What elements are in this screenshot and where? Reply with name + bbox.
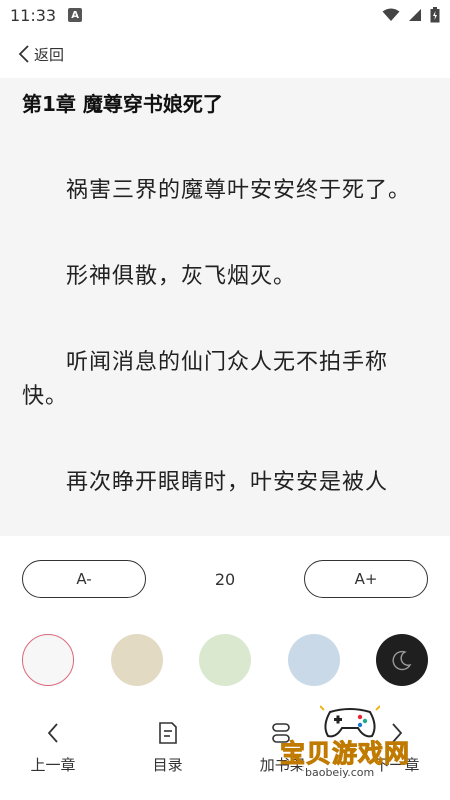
- theme-row: [22, 634, 428, 686]
- theme-swatch-blue[interactable]: [287, 634, 340, 686]
- next-chapter-label: 下一章: [374, 756, 420, 774]
- prev-chapter-button[interactable]: 上一章: [18, 718, 88, 778]
- prev-chapter-label: 上一章: [30, 756, 76, 774]
- theme-swatch-beige[interactable]: [110, 634, 163, 686]
- moon-icon: [392, 650, 412, 671]
- bookshelf-icon: [272, 723, 291, 743]
- back-button[interactable]: 返回: [18, 44, 64, 65]
- toc-label: 目录: [152, 756, 183, 774]
- reader-settings-panel: A- 20 A+ 上一章 目录 加书架 下一章: [0, 536, 450, 800]
- bottom-toolbar: 上一章 目录 加书架 下一章: [0, 718, 450, 778]
- add-bookshelf-button[interactable]: 加书架: [247, 718, 317, 778]
- chevron-right-icon: [392, 723, 403, 743]
- status-bar: 11:33 A: [0, 0, 450, 30]
- status-indicators: [382, 7, 440, 23]
- battery-icon: [430, 7, 440, 23]
- toc-button[interactable]: 目录: [133, 718, 203, 778]
- chevron-left-icon: [18, 45, 29, 63]
- theme-swatch-night[interactable]: [376, 634, 428, 686]
- theme-swatch-white[interactable]: [22, 634, 74, 686]
- top-nav: 返回: [0, 30, 450, 78]
- paragraph: 形神俱散，灰飞烟灭。: [66, 264, 297, 289]
- font-increase-button[interactable]: A+: [303, 560, 428, 598]
- status-time: 11:33: [10, 5, 57, 25]
- theme-swatch-green[interactable]: [199, 634, 251, 686]
- font-size-row: A- 20 A+: [22, 560, 428, 598]
- back-label: 返回: [34, 45, 65, 64]
- document-list-icon: [158, 722, 177, 744]
- next-chapter-button[interactable]: 下一章: [362, 718, 432, 778]
- paragraph: 再次睁开眼睛时，叶安安是被人: [66, 470, 389, 495]
- chapter-title: 第1章 魔尊穿书娘死了: [22, 92, 223, 116]
- notification-icon: A: [68, 8, 83, 22]
- wifi-icon: [382, 8, 400, 21]
- paragraph: 祸害三界的魔尊叶安安终于死了。: [66, 178, 412, 203]
- signal-icon: [409, 9, 421, 21]
- paragraph: 听闻消息的仙门众人无不拍手称快。: [22, 350, 389, 409]
- reading-content[interactable]: 第1章 魔尊穿书娘死了 祸害三界的魔尊叶安安终于死了。 形神俱散，灰飞烟灭。 听…: [0, 78, 450, 536]
- font-decrease-button[interactable]: A-: [22, 560, 146, 598]
- font-size-value: 20: [214, 569, 236, 589]
- add-bookshelf-label: 加书架: [259, 756, 305, 774]
- chevron-left-icon: [47, 723, 58, 743]
